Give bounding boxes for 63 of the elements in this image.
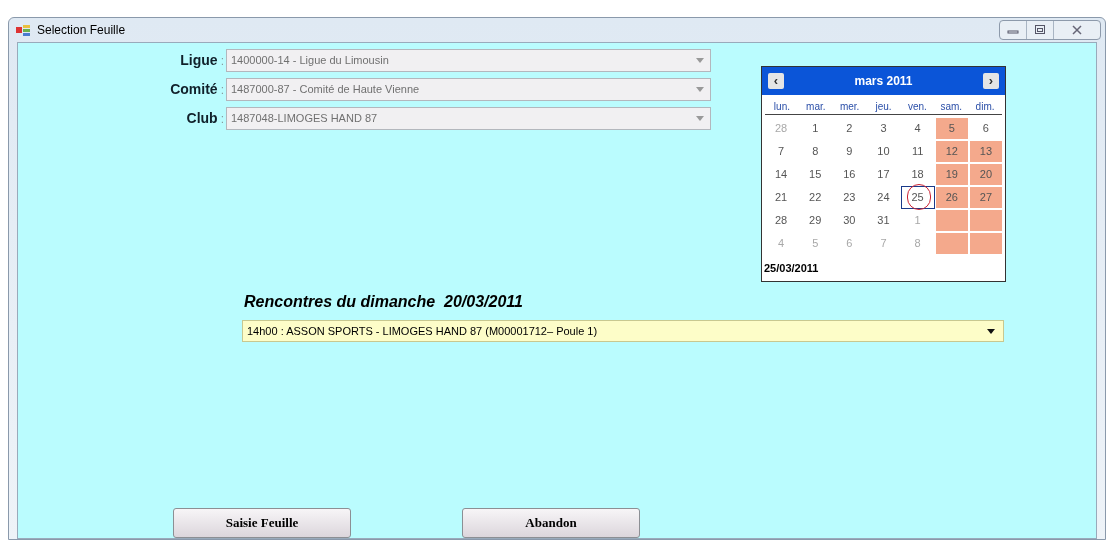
- calendar-day[interactable]: 26: [935, 187, 968, 208]
- calendar-day[interactable]: 16: [833, 164, 866, 185]
- calendar-day[interactable]: 21: [765, 187, 798, 208]
- calendar-day[interactable]: 3: [867, 118, 900, 139]
- weekend-cell[interactable]: [969, 210, 1002, 231]
- app-icon: [15, 22, 31, 38]
- weekday-label: sam.: [939, 100, 964, 114]
- window-title: Selection Feuille: [37, 22, 126, 39]
- calendar-day[interactable]: 9: [833, 141, 866, 162]
- calendar-day[interactable]: 22: [799, 187, 832, 208]
- dropdown-arrow-icon: [987, 328, 995, 334]
- weekend-cell[interactable]: [969, 233, 1002, 254]
- label-separator: :: [220, 52, 224, 70]
- calendar-day[interactable]: 6: [969, 118, 1002, 139]
- calendar-day[interactable]: 1: [799, 118, 832, 139]
- calendar-day[interactable]: 20: [969, 164, 1002, 185]
- previous-month-button[interactable]: ‹: [768, 73, 784, 89]
- dropdown-arrow-icon: [696, 116, 704, 121]
- dropdown-arrow-icon: [696, 58, 704, 63]
- calendar-day[interactable]: 19: [935, 164, 968, 185]
- action-button[interactable]: Abandon: [462, 508, 640, 538]
- weekend-cell[interactable]: [935, 210, 968, 231]
- label-separator: :: [220, 81, 224, 99]
- match-dropdown[interactable]: 14h00 : ASSON SPORTS - LIMOGES HAND 87 (M00001712– Poule 1): [242, 320, 1004, 342]
- weekday-label: mar.: [805, 100, 827, 114]
- month-title: mars 2011: [853, 73, 914, 90]
- calendar-day[interactable]: 10: [867, 141, 900, 162]
- calendar-day[interactable]: 11: [901, 141, 934, 162]
- calendar-day[interactable]: 2: [833, 118, 866, 139]
- calendar-day[interactable]: 4: [901, 118, 934, 139]
- calendar-day[interactable]: 7: [765, 141, 798, 162]
- calendar-day[interactable]: 12: [935, 141, 968, 162]
- weekday-label: ven.: [906, 100, 928, 114]
- calendar-day[interactable]: 8: [799, 141, 832, 162]
- weekday-label: mer.: [838, 100, 861, 114]
- calendar-day[interactable]: 23: [833, 187, 866, 208]
- today-label: 25/03/2011: [763, 261, 820, 276]
- calendar-day[interactable]: 13: [969, 141, 1002, 162]
- weekend-cell[interactable]: [935, 233, 968, 254]
- action-button[interactable]: Saisie Feuille: [173, 508, 351, 538]
- dropdown-arrow-icon: [696, 87, 704, 92]
- calendar-day[interactable]: 15: [799, 164, 832, 185]
- field-label: Ligue: [180, 51, 218, 70]
- field-label: Club: [186, 109, 218, 128]
- weekday-label: dim.: [974, 100, 996, 114]
- calendar-day[interactable]: 24: [867, 187, 900, 208]
- calendar-day[interactable]: 18: [901, 164, 934, 185]
- calendar-day[interactable]: 14: [765, 164, 798, 185]
- calendar-day[interactable]: 29: [799, 210, 832, 231]
- label-separator: :: [220, 110, 224, 128]
- close-icon: [1071, 25, 1083, 35]
- weekday-label: lun.: [772, 100, 791, 114]
- calendar-day[interactable]: 17: [867, 164, 900, 185]
- section-heading: Rencontres du dimanche 20/03/2011: [243, 292, 524, 312]
- calendar-day[interactable]: 27: [969, 187, 1002, 208]
- calendar-day[interactable]: 5: [935, 118, 968, 139]
- calendar-day[interactable]: 30: [833, 210, 866, 231]
- weekday-label: jeu.: [874, 100, 893, 114]
- next-month-button[interactable]: ›: [983, 73, 999, 89]
- maximize-icon: [1034, 25, 1046, 35]
- field-label: Comité: [170, 80, 218, 99]
- calendar-day[interactable]: 28: [765, 210, 798, 231]
- calendar-day[interactable]: 31: [867, 210, 900, 231]
